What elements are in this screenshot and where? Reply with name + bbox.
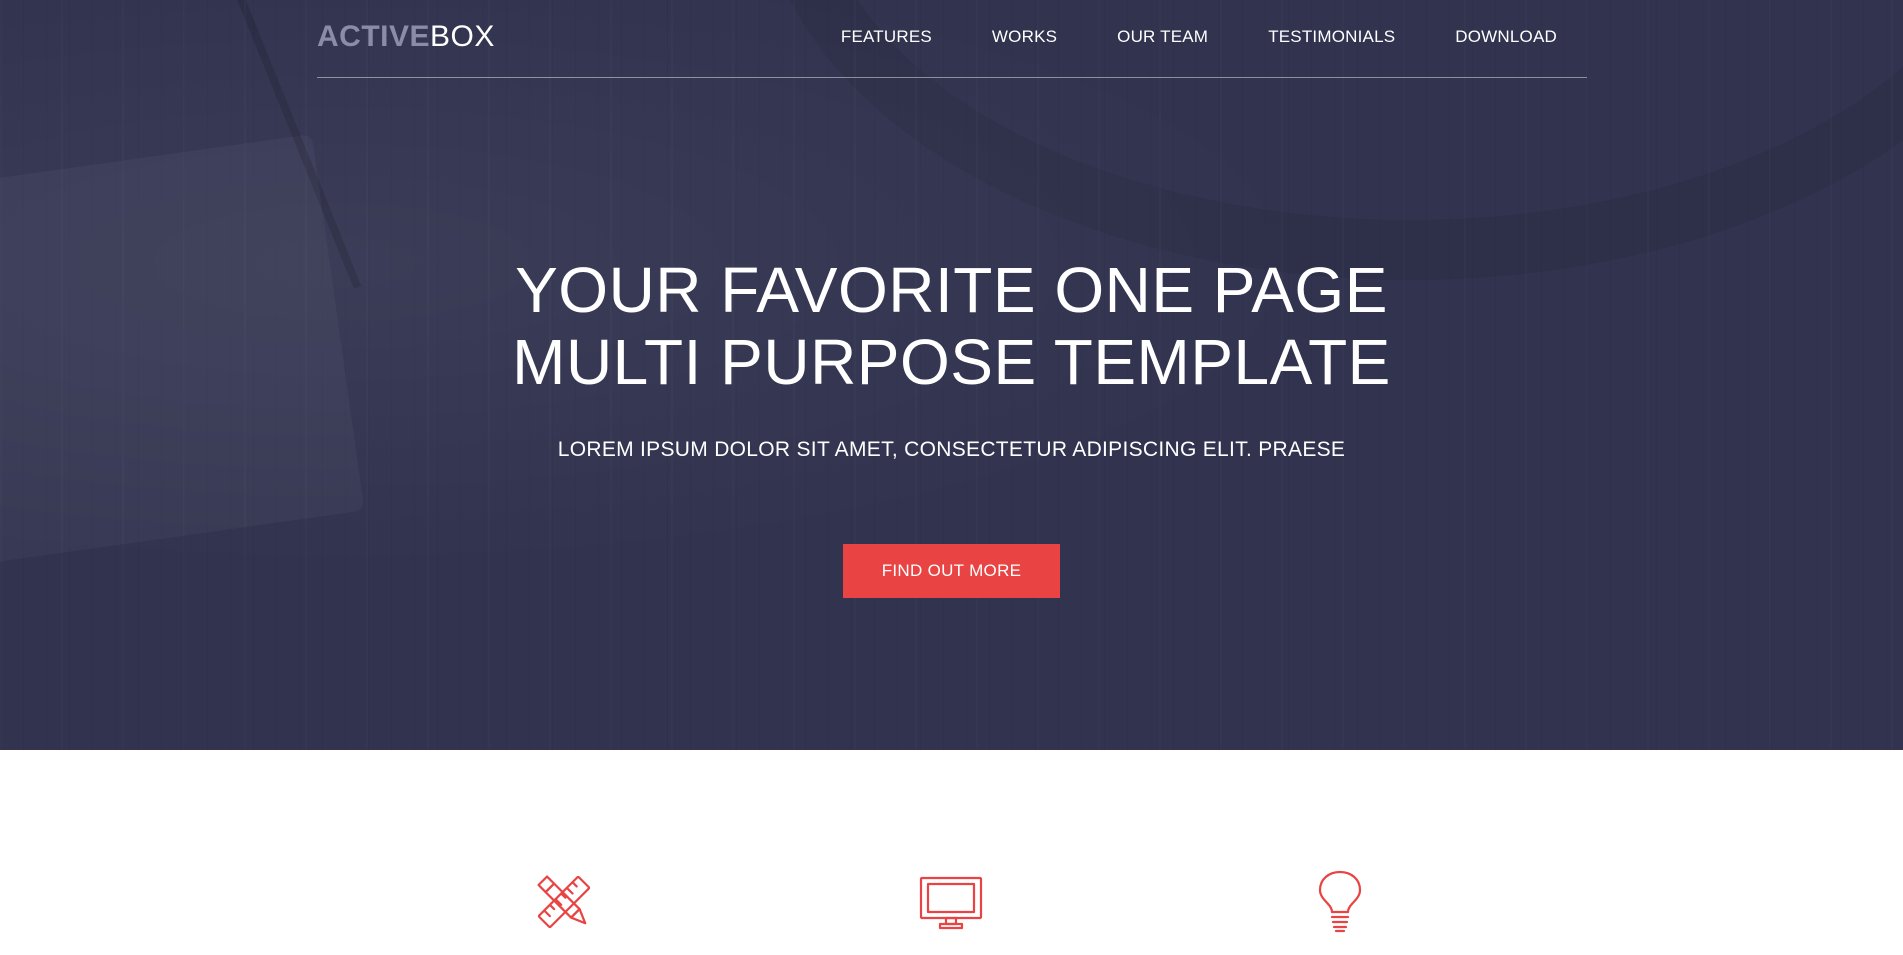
hero-subtitle: LOREM IPSUM DOLOR SIT AMET, CONSECTETUR …	[557, 438, 1346, 461]
hero-title-line-1: YOUR FAVORITE ONE PAGE	[515, 254, 1388, 326]
hero-title: YOUR FAVORITE ONE PAGE MULTI PURPOSE TEM…	[0, 254, 1903, 398]
top-navbar: ACTIVEBOX FEATURES WORKS OUR TEAM TESTIM…	[317, 0, 1587, 78]
nav-menu: FEATURES WORKS OUR TEAM TESTIMONIALS DOW…	[811, 27, 1587, 47]
monitor-icon	[919, 876, 983, 930]
features-section	[0, 750, 1903, 955]
nav-link-features[interactable]: FEATURES	[841, 27, 932, 47]
brand-logo[interactable]: ACTIVEBOX	[317, 20, 495, 54]
hero-title-line-2: MULTI PURPOSE TEMPLATE	[512, 326, 1391, 398]
nav-link-our-team[interactable]: OUR TEAM	[1117, 27, 1208, 47]
lightbulb-icon	[1318, 870, 1362, 933]
nav-link-download[interactable]: DOWNLOAD	[1455, 27, 1557, 47]
brand-logo-light: BOX	[430, 20, 495, 53]
hero-section: ACTIVEBOX FEATURES WORKS OUR TEAM TESTIM…	[0, 0, 1903, 750]
find-out-more-button[interactable]: FIND OUT MORE	[843, 544, 1060, 598]
brand-logo-bold: ACTIVE	[317, 20, 431, 53]
nav-link-works[interactable]: WORKS	[992, 27, 1057, 47]
pencil-ruler-icon	[537, 875, 591, 929]
nav-link-testimonials[interactable]: TESTIMONIALS	[1268, 27, 1395, 47]
